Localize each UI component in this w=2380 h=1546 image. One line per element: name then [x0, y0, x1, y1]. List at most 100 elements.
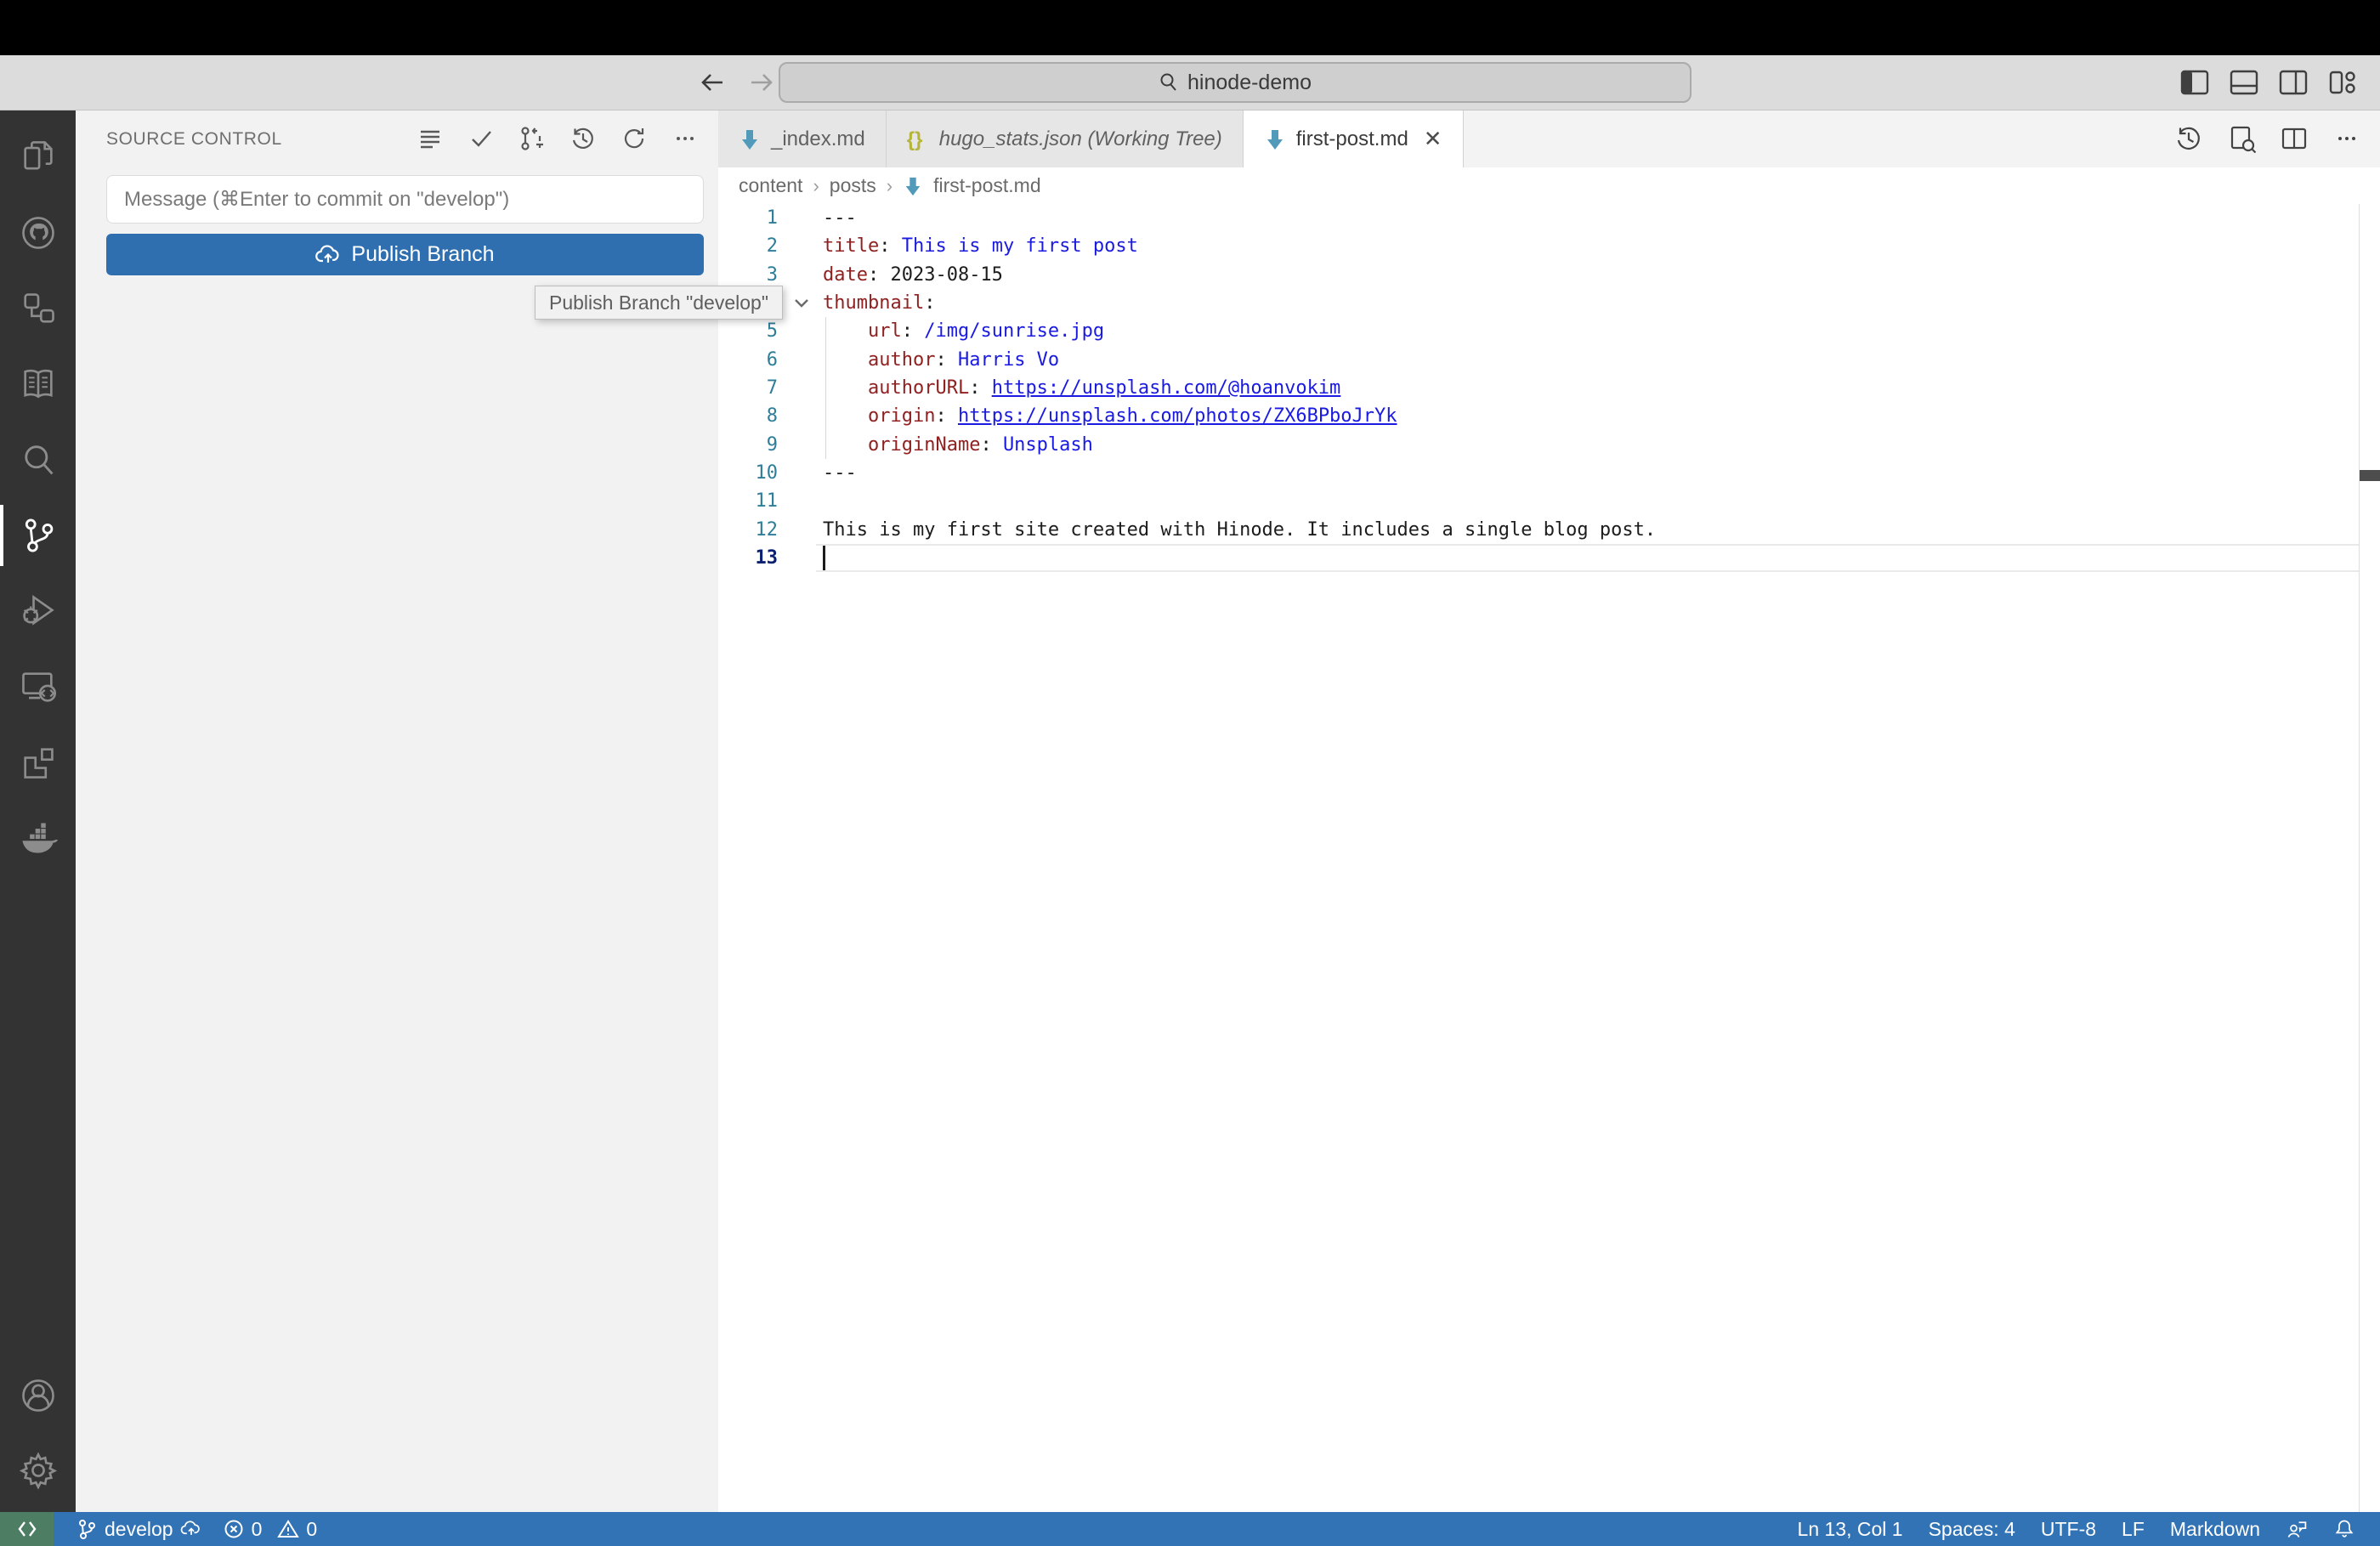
- breadcrumb-item[interactable]: content: [739, 174, 802, 197]
- run-and-debug-icon[interactable]: [0, 577, 76, 645]
- line-number[interactable]: 10: [718, 459, 779, 487]
- problems-status-item[interactable]: 0 0: [212, 1512, 328, 1546]
- activity-bar: [0, 110, 76, 1512]
- command-center-search[interactable]: hinode-demo: [779, 62, 1692, 103]
- indentation-status[interactable]: Spaces: 4: [1916, 1512, 2028, 1546]
- overview-ruler[interactable]: [2359, 204, 2360, 1512]
- code-line[interactable]: author: Harris Vo: [823, 346, 2354, 374]
- code-line[interactable]: title: This is my first post: [823, 232, 2354, 260]
- publish-cloud-icon: [180, 1521, 200, 1535]
- tab-hugo-stats-json[interactable]: {} hugo_stats.json (Working Tree): [886, 110, 1244, 167]
- accounts-icon[interactable]: [0, 1362, 76, 1430]
- history-icon[interactable]: [567, 122, 599, 155]
- remote-explorer-icon[interactable]: [0, 653, 76, 721]
- fold-chevron-icon[interactable]: [785, 291, 819, 316]
- view-as-list-icon[interactable]: [414, 122, 446, 155]
- code-area[interactable]: 12345678910111213 ---title: This is my f…: [718, 204, 2380, 1512]
- customize-layout-icon[interactable]: [2326, 65, 2360, 99]
- remote-icon: [18, 1521, 36, 1537]
- branch-name: develop: [105, 1517, 173, 1540]
- line-number[interactable]: 5: [718, 317, 778, 345]
- breadcrumb-separator: ›: [813, 174, 819, 196]
- tab-close-icon[interactable]: ✕: [1424, 126, 1442, 152]
- github-icon[interactable]: [0, 199, 76, 267]
- source-control-sidebar: SOURCE CONTROL Publish Branch: [76, 110, 718, 1512]
- code-line[interactable]: url: /img/sunrise.jpg: [823, 317, 2354, 345]
- code-line[interactable]: date: 2023-08-15: [823, 261, 2354, 289]
- code-line[interactable]: ---: [823, 204, 2354, 232]
- errors-icon: [224, 1520, 243, 1538]
- warning-count: 0: [306, 1517, 318, 1540]
- breadcrumb-item[interactable]: first-post.md: [933, 174, 1041, 197]
- feedback-icon[interactable]: [2273, 1512, 2320, 1546]
- remote-indicator[interactable]: [0, 1512, 54, 1546]
- back-arrow-icon[interactable]: [697, 67, 728, 98]
- tab-label: _index.md: [771, 127, 865, 150]
- explorer-icon[interactable]: [0, 123, 76, 191]
- search-icon[interactable]: [0, 426, 76, 494]
- more-actions-icon[interactable]: [669, 122, 701, 155]
- references-hierarchy-icon[interactable]: [0, 275, 76, 343]
- split-editor-icon[interactable]: [2276, 121, 2312, 156]
- line-number[interactable]: 7: [718, 374, 778, 402]
- source-control-icon[interactable]: [0, 501, 76, 569]
- git-branch-icon: [79, 1520, 95, 1539]
- more-actions-icon[interactable]: [2329, 121, 2365, 156]
- tab-first-post-md[interactable]: first-post.md ✕: [1243, 110, 1464, 167]
- line-number[interactable]: 11: [718, 487, 779, 515]
- create-pull-request-icon[interactable]: [516, 122, 548, 155]
- code-line[interactable]: [823, 487, 2354, 515]
- breadcrumb: content › posts › first-post.md: [718, 167, 2380, 204]
- cursor-position-status[interactable]: Ln 13, Col 1: [1785, 1512, 1916, 1546]
- toggle-primary-sidebar-icon[interactable]: [2178, 65, 2212, 99]
- publish-branch-button[interactable]: Publish Branch: [106, 234, 704, 275]
- open-preview-icon[interactable]: [2224, 121, 2259, 156]
- code-line[interactable]: ---: [823, 459, 2354, 487]
- title-bar: hinode-demo: [0, 55, 2380, 110]
- markdown-file-icon: [905, 177, 921, 195]
- code-line[interactable]: authorURL: https://unsplash.com/@hoanvok…: [823, 374, 2354, 402]
- breadcrumb-separator: ›: [886, 174, 893, 196]
- commit-check-icon[interactable]: [465, 122, 497, 155]
- language-mode-status[interactable]: Markdown: [2157, 1512, 2273, 1546]
- line-number[interactable]: 8: [718, 402, 778, 430]
- line-number[interactable]: 9: [718, 431, 778, 459]
- code-line[interactable]: thumbnail:: [823, 289, 2354, 317]
- timeline-history-icon[interactable]: [2171, 121, 2207, 156]
- encoding-status[interactable]: UTF-8: [2028, 1512, 2109, 1546]
- code-line[interactable]: This is my first site created with Hinod…: [823, 516, 2354, 544]
- editor-group: _index.md {} hugo_stats.json (Working Tr…: [718, 110, 2380, 1512]
- line-number[interactable]: 2: [718, 232, 778, 260]
- json-file-icon: {}: [906, 127, 923, 151]
- branch-status-item[interactable]: develop: [65, 1512, 212, 1546]
- eol-status[interactable]: LF: [2109, 1512, 2157, 1546]
- line-number[interactable]: 13: [718, 544, 779, 572]
- publish-branch-label: Publish Branch: [351, 242, 495, 266]
- line-number[interactable]: 12: [718, 516, 779, 544]
- extensions-icon[interactable]: [0, 728, 76, 796]
- settings-gear-icon[interactable]: [0, 1436, 76, 1504]
- code-line[interactable]: originName: Unsplash: [823, 431, 2354, 459]
- toggle-panel-icon[interactable]: [2227, 65, 2261, 99]
- tab-label: hugo_stats.json (Working Tree): [938, 127, 1222, 150]
- commit-message-input[interactable]: [106, 175, 704, 224]
- code-line[interactable]: origin: https://unsplash.com/photos/ZX6B…: [823, 402, 2354, 430]
- docker-icon[interactable]: [0, 804, 76, 872]
- toggle-secondary-sidebar-icon[interactable]: [2276, 65, 2310, 99]
- line-number[interactable]: 6: [718, 346, 778, 374]
- line-number[interactable]: 3: [718, 261, 778, 289]
- command-center-text: hinode-demo: [1187, 70, 1312, 94]
- refresh-icon[interactable]: [618, 122, 650, 155]
- tab-bar: _index.md {} hugo_stats.json (Working Tr…: [718, 110, 2380, 167]
- tab-index-md[interactable]: _index.md: [718, 110, 887, 167]
- code-lines: --- title: This is my first post date: 202…: [823, 204, 2354, 572]
- tab-label: first-post.md: [1295, 127, 1408, 150]
- code-line[interactable]: [823, 544, 2354, 572]
- warnings-icon: [277, 1520, 300, 1538]
- forward-arrow-icon[interactable]: [746, 67, 777, 98]
- notifications-bell-icon[interactable]: [2320, 1512, 2368, 1546]
- breadcrumb-item[interactable]: posts: [830, 174, 876, 197]
- docs-book-icon[interactable]: [0, 350, 76, 418]
- line-number[interactable]: 1: [718, 204, 778, 232]
- cloud-upload-icon: [315, 244, 339, 263]
